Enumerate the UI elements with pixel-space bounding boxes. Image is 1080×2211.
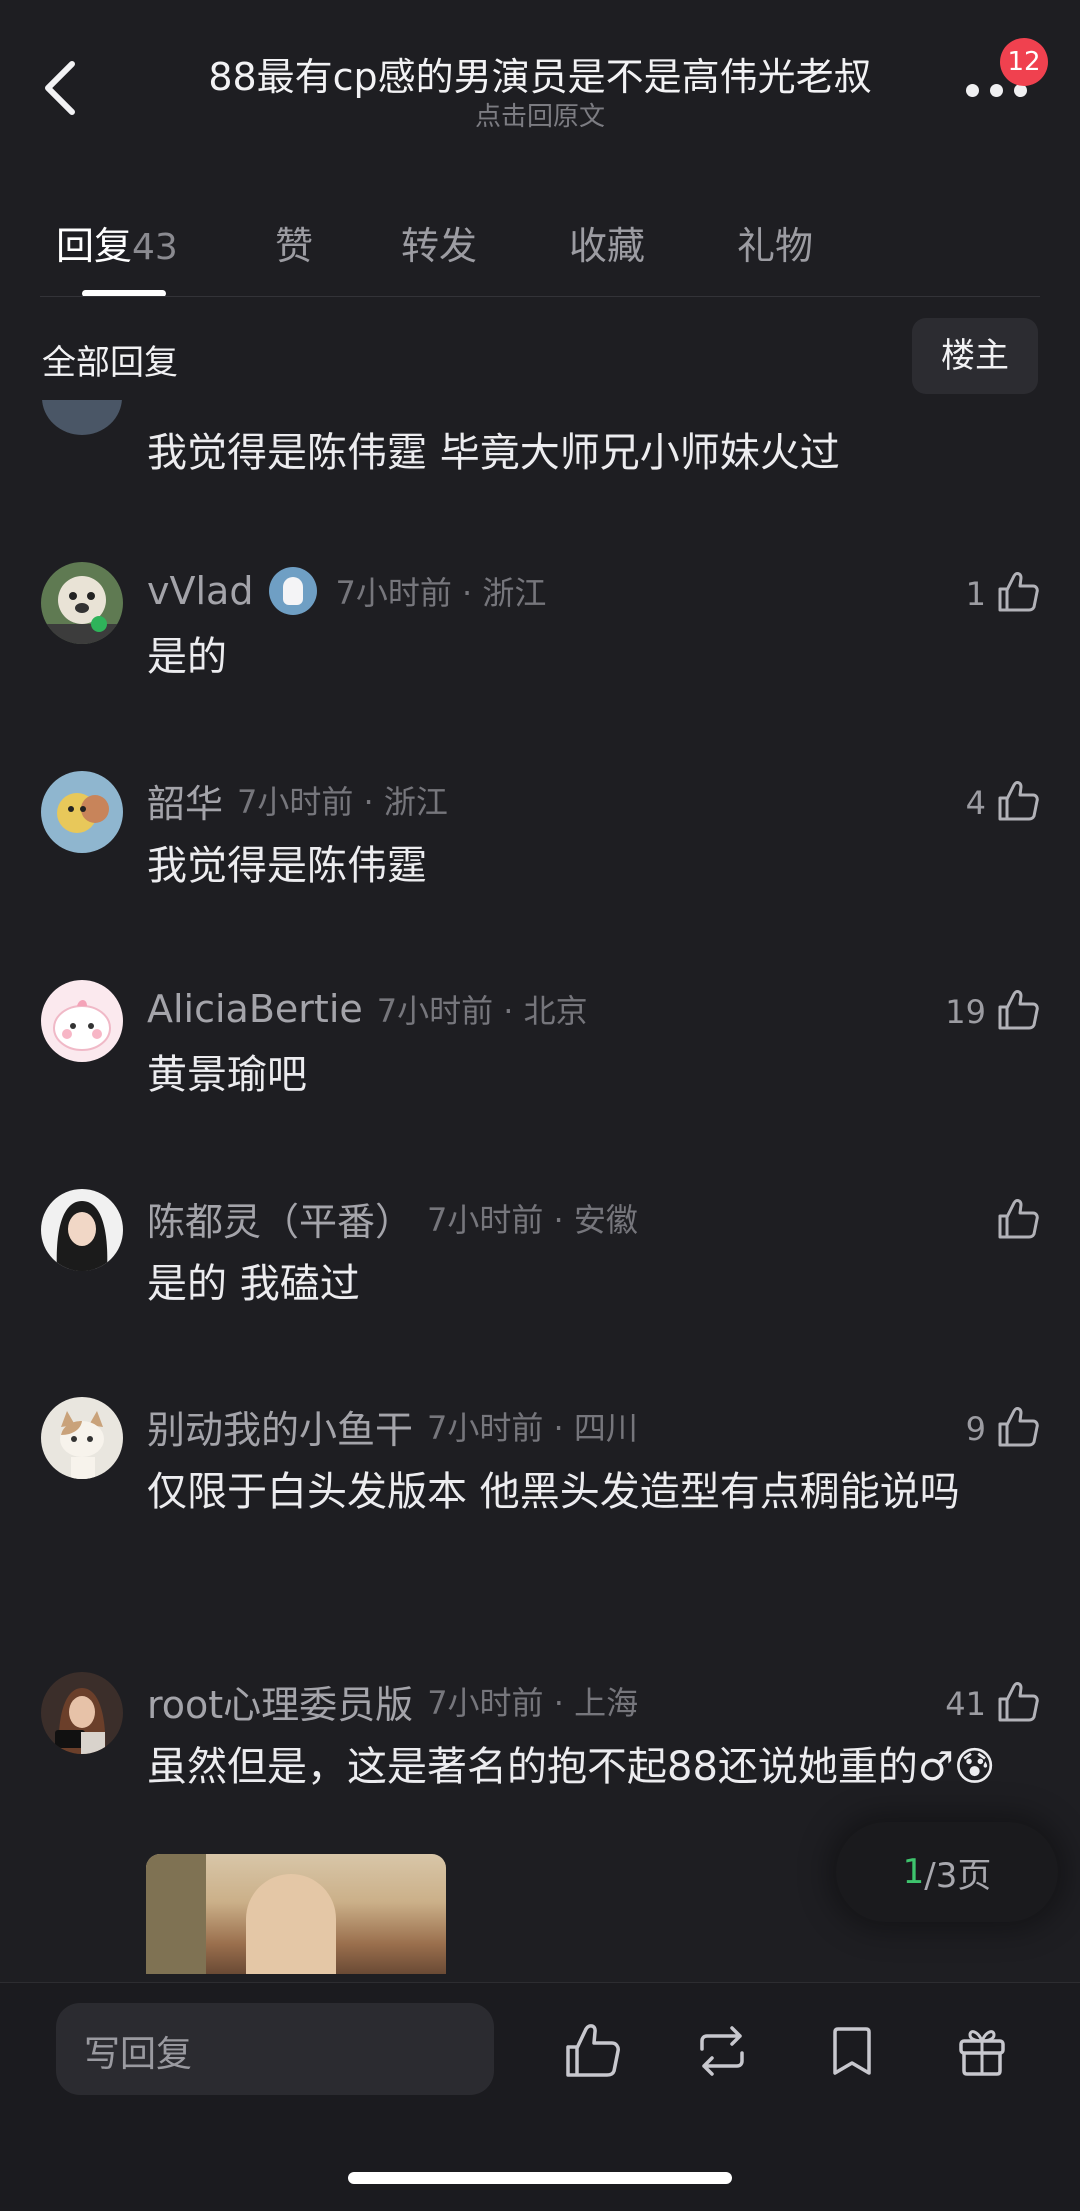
gift-icon [959,2030,1005,2076]
like-control[interactable]: 19 [945,988,1040,1036]
like-count: 9 [965,1410,986,1448]
owner-only-button[interactable]: 楼主 [912,318,1038,394]
thumbs-up-icon[interactable] [996,570,1040,618]
like-control[interactable]: 1 [966,570,1040,618]
header: 88最有cp感的男演员是不是高伟光老叔 点击回原文 12 [0,0,1080,185]
page-indicator[interactable]: 1/3页 [836,1822,1058,1922]
username[interactable]: vVlad [147,569,253,613]
back-arrow-icon[interactable] [36,58,88,118]
gift-button[interactable] [952,2021,1012,2081]
like-count: 4 [965,784,986,822]
comment-text: 我觉得是陈伟霆 [147,843,427,889]
username[interactable]: 别动我的小鱼干 [147,1399,413,1454]
total-pages: /3页 [924,1855,992,1896]
comment-text: 是的 我磕过 [147,1261,360,1307]
avatar[interactable] [41,1397,123,1479]
comment-meta: 陈都灵（平番） 7小时前 · 安徽 [147,1194,638,1244]
comment-image[interactable] [146,1854,446,1974]
comment-text: 仅限于白头发版本 他黑头发造型有点稠能说吗 [147,1469,960,1515]
username[interactable]: 韶华 [147,773,223,828]
favorite-button[interactable] [822,2021,882,2081]
view-original-link[interactable]: 点击回原文 [140,96,940,133]
tab-bar: 回复43 赞 转发 收藏 礼物 [0,205,1080,297]
current-page: 1 [902,1852,925,1892]
like-control[interactable]: 41 [945,1680,1040,1728]
timestamp-location: 7小时前 · 安徽 [427,1201,638,1239]
username[interactable]: AliciaBertie [147,987,363,1031]
reply-input[interactable]: 写回复 [56,2003,494,2095]
repost-icon [700,2026,744,2076]
tab-replies[interactable]: 回复43 [56,215,178,270]
comment-meta: 韶华 7小时前 · 浙江 [147,776,448,826]
like-control[interactable] [986,1197,1040,1245]
tab-label: 回复 [56,224,133,268]
username[interactable]: root心理委员版 [147,1674,413,1729]
reply-placeholder: 写回复 [84,2034,193,2075]
repost-button[interactable] [692,2021,752,2081]
divider [40,296,1040,297]
username[interactable]: 陈都灵（平番） [147,1191,413,1246]
comment-list[interactable]: 我觉得是陈伟霆 毕竟大师兄小师妹火过 vVlad 7小时前 · 浙江 1 是的 … [0,400,1080,1982]
thumbs-up-icon[interactable] [996,1197,1040,1245]
comment-text: 虽然但是，这是著名的抱不起88还说她重的♂😰 [147,1744,996,1790]
timestamp-location: 7小时前 · 浙江 [335,574,547,612]
comment-meta: root心理委员版 7小时前 · 上海 [147,1677,639,1727]
tab-reposts[interactable]: 转发 [401,215,477,270]
home-indicator[interactable] [348,2172,732,2184]
thumbs-up-icon [566,2024,620,2077]
avatar[interactable] [41,1189,123,1271]
avatar[interactable] [41,1672,123,1754]
timestamp-location: 7小时前 · 上海 [427,1684,639,1722]
section-title: 全部回复 [42,343,178,383]
avatar[interactable] [41,980,123,1062]
comment-meta: AliciaBertie 7小时前 · 北京 [147,985,588,1033]
like-count: 19 [945,993,986,1031]
page-title[interactable]: 88最有cp感的男演员是不是高伟光老叔 [140,46,940,101]
like-control[interactable]: 9 [966,1405,1040,1453]
like-control[interactable]: 4 [966,779,1040,827]
thumbs-up-icon[interactable] [996,988,1040,1036]
tab-likes[interactable]: 赞 [275,215,313,270]
timestamp-location: 7小时前 · 四川 [427,1409,638,1447]
thumbs-up-icon[interactable] [996,1405,1040,1453]
like-count: 1 [965,575,986,613]
like-button[interactable] [562,2021,622,2081]
thumbs-up-icon[interactable] [996,779,1040,827]
reply-count: 43 [132,227,178,268]
comment-text: 是的 [147,634,227,680]
timestamp-location: 7小时前 · 浙江 [237,783,448,821]
bookmark-icon [833,2027,871,2075]
comment-meta: 别动我的小鱼干 7小时前 · 四川 [147,1402,638,1452]
avatar[interactable] [42,400,122,435]
notification-badge: 12 [1000,38,1048,86]
like-count: 41 [945,1685,986,1723]
penguin-badge-icon [269,567,318,615]
avatar[interactable] [41,562,123,644]
tab-gifts[interactable]: 礼物 [737,215,813,270]
comment-meta: vVlad 7小时前 · 浙江 [147,567,546,615]
thumbs-up-icon[interactable] [996,1680,1040,1728]
tab-favorites[interactable]: 收藏 [569,215,645,270]
timestamp-location: 7小时前 · 北京 [376,992,588,1030]
comment-text: 黄景瑜吧 [147,1052,307,1098]
comment-text: 我觉得是陈伟霆 毕竟大师兄小师妹火过 [147,430,840,476]
avatar[interactable] [41,771,123,853]
